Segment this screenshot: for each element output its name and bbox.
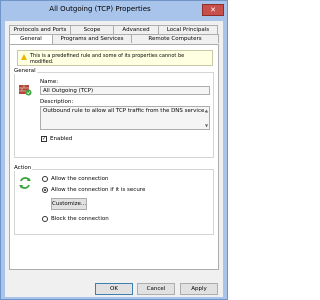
- apply-button[interactable]: Apply: [180, 283, 218, 295]
- name-field[interactable]: All Outgoing (TCP): [40, 86, 210, 95]
- tab-remote-computers[interactable]: Remote Computers: [131, 34, 219, 43]
- close-button[interactable]: ✕: [202, 4, 224, 16]
- enabled-checkbox[interactable]: ✓: [41, 136, 47, 142]
- refresh-arrows-icon: [19, 177, 31, 189]
- notice-text: This is a predefined rule and some of it…: [30, 53, 185, 65]
- window-title: All Outgoing (TCP) Properties: [49, 5, 151, 13]
- general-group-label: General: [13, 68, 37, 74]
- tab-row-top: Protocols and Ports Scope Advanced Local…: [9, 25, 218, 34]
- properties-window: All Outgoing (TCP) Properties ✕ Protocol…: [0, 0, 228, 300]
- allow-if-secure-label: Allow the connection if it is secure: [51, 187, 146, 193]
- allow-connection-radio[interactable]: [42, 176, 48, 182]
- allow-connection-label: Allow the connection: [51, 176, 109, 182]
- title-bar[interactable]: All Outgoing (TCP) Properties ✕: [1, 1, 227, 21]
- tab-programs-and-services[interactable]: Programs and Services: [52, 34, 132, 43]
- name-label: Name:: [40, 79, 59, 85]
- description-field[interactable]: Outbound rule to allow all TCP traffic f…: [40, 106, 210, 130]
- tab-advanced[interactable]: Advanced: [113, 25, 159, 34]
- tab-row-bottom: General Programs and Services Remote Com…: [9, 34, 219, 44]
- block-connection-label: Block the connection: [51, 216, 109, 222]
- action-group-label: Action: [13, 165, 33, 171]
- predefined-rule-notice: This is a predefined rule and some of it…: [17, 50, 213, 66]
- scroll-up-arrow-icon[interactable]: ▲: [204, 108, 209, 113]
- tab-protocols-and-ports[interactable]: Protocols and Ports: [9, 25, 71, 34]
- description-text: Outbound rule to allow all TCP traffic f…: [43, 108, 207, 114]
- block-connection-radio[interactable]: [42, 216, 48, 222]
- dialog-client-area: Protocols and Ports Scope Advanced Local…: [5, 21, 223, 297]
- cancel-button[interactable]: Cancel: [137, 283, 175, 295]
- warning-icon: [21, 54, 27, 60]
- tab-general[interactable]: General: [9, 34, 53, 44]
- checkmark-icon: ✓: [42, 136, 47, 142]
- scroll-down-arrow-icon[interactable]: ▼: [204, 123, 209, 128]
- ok-button[interactable]: OK: [95, 283, 133, 295]
- description-label: Description:: [40, 99, 74, 105]
- allow-if-secure-radio[interactable]: [42, 187, 48, 193]
- enabled-label: Enabled: [50, 136, 73, 142]
- general-tab-panel: This is a predefined rule and some of it…: [9, 44, 219, 270]
- customize-button[interactable]: Customize...: [51, 198, 87, 210]
- firewall-rule-icon: [19, 85, 32, 96]
- tab-scope[interactable]: Scope: [70, 25, 114, 34]
- tab-local-principals[interactable]: Local Principals: [158, 25, 218, 34]
